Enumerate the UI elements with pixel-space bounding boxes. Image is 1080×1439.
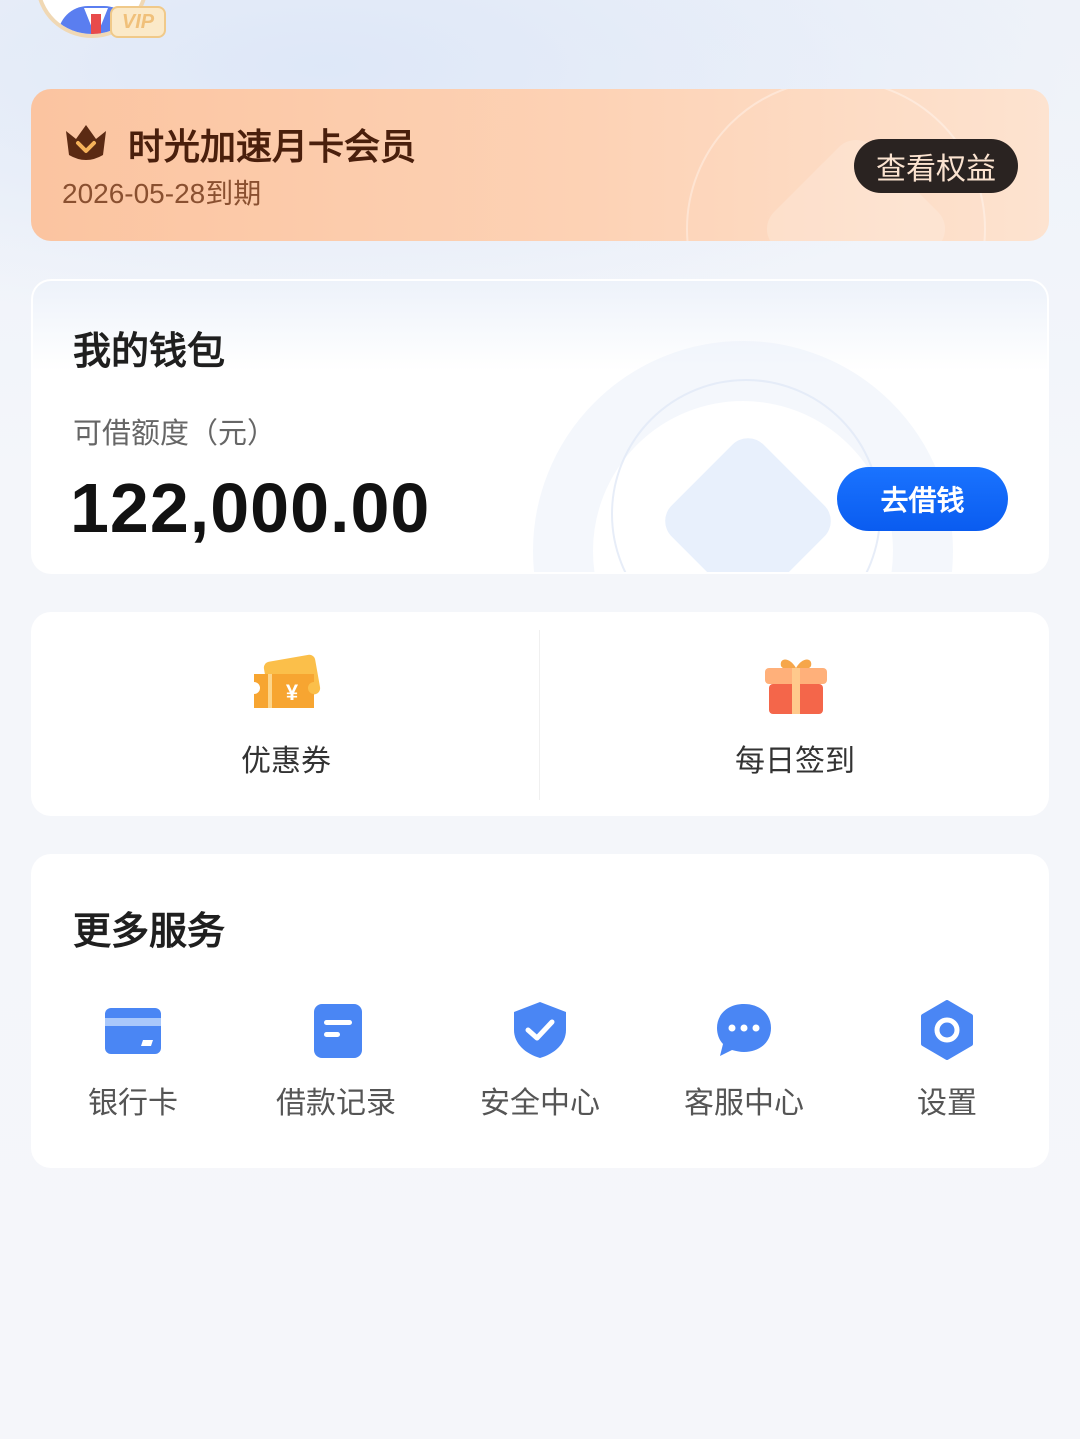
membership-title: 时光加速月卡会员	[128, 126, 417, 167]
coupon-icon: ¥	[254, 654, 321, 708]
borrow-button[interactable]: 去借钱	[837, 467, 1008, 531]
chat-icon	[717, 1004, 771, 1056]
credit-limit-amount: 122,000.00	[70, 469, 431, 547]
shield-icon	[514, 1002, 566, 1058]
service-bank-card[interactable]: 银行卡	[43, 1000, 223, 1130]
daily-checkin-label: 每日签到	[735, 745, 855, 778]
view-benefits-button[interactable]: 查看权益	[854, 139, 1018, 193]
service-customer-support[interactable]: 客服中心	[654, 1000, 834, 1130]
customer-support-label: 客服中心	[684, 1087, 804, 1120]
gift-icon	[765, 659, 827, 714]
bank-card-icon	[105, 1008, 161, 1054]
vip-badge: VIP	[110, 6, 166, 38]
record-icon	[314, 1004, 362, 1058]
service-loan-records[interactable]: 借款记录	[246, 1000, 426, 1130]
gear-icon	[921, 1000, 973, 1060]
svg-text:¥: ¥	[286, 680, 299, 705]
wallet-title: 我的钱包	[73, 331, 226, 373]
settings-label: 设置	[917, 1087, 977, 1120]
loan-records-label: 借款记录	[276, 1087, 396, 1120]
bank-card-label: 银行卡	[88, 1087, 178, 1120]
credit-limit-label: 可借额度（元）	[73, 418, 277, 450]
quick-action-coupon[interactable]: ¥ 优惠券	[136, 640, 436, 790]
more-services-title: 更多服务	[73, 911, 226, 953]
quick-actions-divider	[539, 630, 540, 800]
security-center-label: 安全中心	[480, 1087, 600, 1120]
coupon-label: 优惠券	[241, 745, 331, 778]
crown-icon	[66, 125, 106, 160]
service-security-center[interactable]: 安全中心	[450, 1000, 630, 1130]
quick-action-daily-checkin[interactable]: 每日签到	[645, 640, 945, 790]
avatar-tie	[91, 14, 101, 34]
service-settings[interactable]: 设置	[857, 1000, 1037, 1130]
membership-expire-date: 2026-05-28到期	[62, 178, 262, 209]
